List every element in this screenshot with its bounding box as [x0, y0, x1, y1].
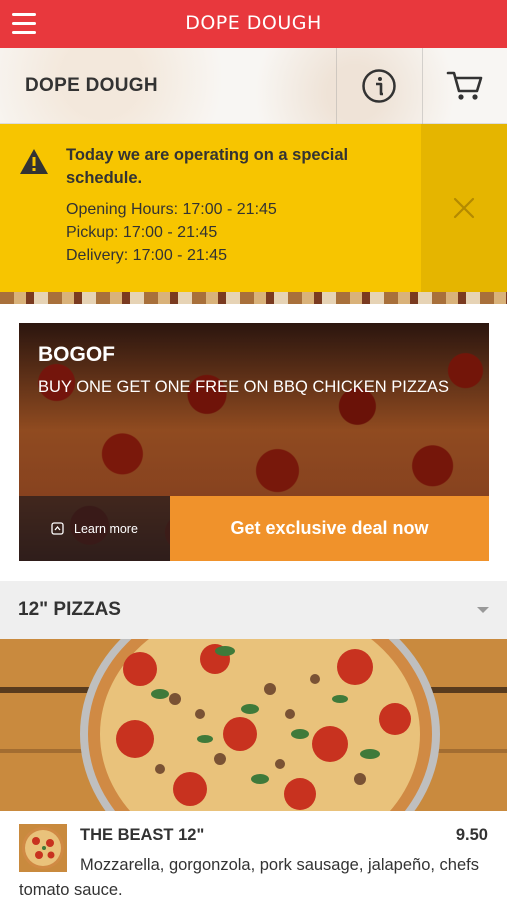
cart-button[interactable] [422, 48, 507, 124]
item-price: 9.50 [455, 826, 488, 844]
restaurant-header: DOPE DOUGH [0, 48, 507, 124]
info-button[interactable] [336, 48, 421, 124]
close-icon [453, 197, 475, 219]
delivery-hours: Delivery: 17:00 - 21:45 [66, 247, 227, 264]
learn-more-label: Learn more [74, 521, 138, 536]
notice-hours: Opening Hours: 17:00 - 21:45 Pickup: 17:… [66, 198, 277, 267]
section-pizza-image [0, 639, 507, 811]
promo-title: BOGOF [38, 343, 115, 366]
warning-icon [20, 149, 48, 174]
header-image-strip [0, 292, 507, 304]
item-description: Mozzarella, gorgonzola, pork sausage, ja… [19, 856, 479, 899]
schedule-notice: Today we are operating on a special sche… [0, 124, 507, 292]
exclusive-deal-button[interactable]: Get exclusive deal now [170, 496, 489, 561]
top-bar: DOPE DOUGH [0, 0, 507, 48]
promo-banner: BOGOF BUY ONE GET ONE FREE ON BBQ CHICKE… [19, 323, 489, 561]
notice-close-button[interactable] [421, 124, 507, 292]
cart-icon [446, 71, 483, 100]
pizza-illustration [0, 639, 507, 811]
learn-more-icon [51, 522, 64, 535]
info-icon [362, 69, 396, 103]
menu-section-header[interactable]: 12" PIZZAS [0, 581, 507, 639]
learn-more-button[interactable]: Learn more [19, 496, 170, 561]
opening-hours: Opening Hours: 17:00 - 21:45 [66, 201, 277, 218]
item-name: THE BEAST 12" [80, 826, 205, 844]
promo-subtitle: BUY ONE GET ONE FREE ON BBQ CHICKEN PIZZ… [38, 378, 450, 396]
menu-item[interactable]: THE BEAST 12" 9.50 Mozzarella, gorgonzol… [0, 811, 507, 900]
app-title: DOPE DOUGH [185, 12, 322, 34]
notice-title: Today we are operating on a special sche… [66, 146, 349, 187]
pickup-hours: Pickup: 17:00 - 21:45 [66, 224, 218, 241]
section-title: 12" PIZZAS [18, 599, 121, 620]
restaurant-name: DOPE DOUGH [25, 75, 158, 96]
chevron-down-icon [477, 607, 489, 613]
